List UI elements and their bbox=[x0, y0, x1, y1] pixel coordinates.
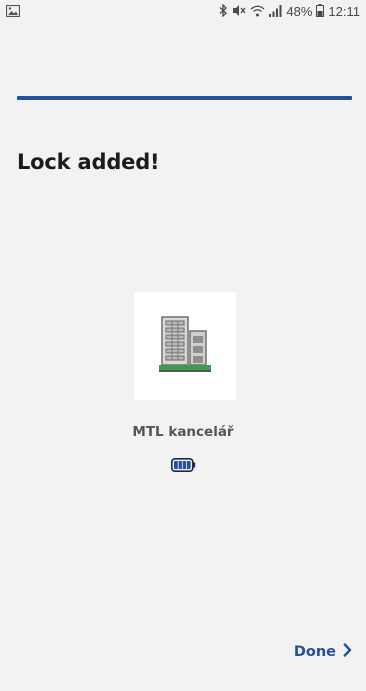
progress-bar bbox=[17, 96, 352, 100]
lock-added-screen: 48% 12:11 Lock added! MTL kancelář Done bbox=[0, 0, 366, 691]
lock-name: MTL kancelář bbox=[132, 424, 234, 440]
battery-full-icon bbox=[171, 457, 196, 476]
signal-icon bbox=[269, 4, 282, 20]
lock-image-card bbox=[134, 292, 236, 400]
wifi-icon bbox=[250, 5, 265, 20]
mute-icon bbox=[232, 4, 246, 20]
image-notification-icon bbox=[5, 4, 21, 18]
status-bar: 48% 12:11 bbox=[0, 0, 366, 26]
done-button[interactable]: Done bbox=[294, 643, 352, 661]
chevron-right-icon bbox=[343, 643, 352, 661]
status-time: 12:11 bbox=[328, 4, 360, 19]
bluetooth-icon bbox=[219, 3, 228, 20]
page-title: Lock added! bbox=[17, 150, 160, 174]
status-battery-icon bbox=[316, 4, 325, 20]
battery-percent: 48% bbox=[286, 4, 313, 19]
status-icons: 48% 12:11 bbox=[219, 3, 360, 20]
done-label: Done bbox=[293, 644, 336, 660]
building-icon bbox=[157, 314, 213, 378]
